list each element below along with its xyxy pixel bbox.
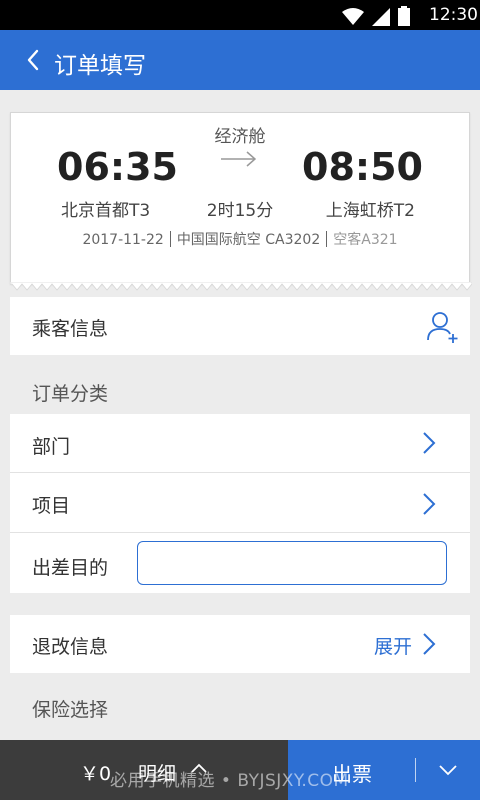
departure-time: 06:35 xyxy=(57,145,178,189)
meta-divider xyxy=(326,231,328,247)
total-price: ￥0 xyxy=(80,763,112,785)
back-arrow-icon[interactable] xyxy=(22,48,46,72)
cabin-class: 经济舱 xyxy=(214,127,266,147)
chevron-right-icon xyxy=(423,432,436,454)
flight-meta: 2017-11-22 中国国际航空 CA3202 空客A321 xyxy=(11,229,469,249)
flight-ticket-card: 经济舱 06:35 08:50 北京首都T3 2时15分 上海虹桥T2 2017… xyxy=(10,112,472,291)
battery-icon xyxy=(398,6,410,26)
ticket-zigzag-edge xyxy=(10,282,472,291)
signal-icon xyxy=(372,8,390,26)
aircraft-type: 空客A321 xyxy=(333,232,398,248)
insurance-label: 保险选择 xyxy=(32,699,109,721)
add-passenger-icon[interactable] xyxy=(426,310,460,344)
trip-purpose-input[interactable] xyxy=(137,541,447,585)
flight-arrow-icon xyxy=(221,151,257,167)
department-label: 部门 xyxy=(32,436,71,458)
watermark-text: 必用手机精选 • BYJSJXY.COM xyxy=(110,771,349,791)
trip-purpose-label: 出差目的 xyxy=(32,557,109,579)
order-category-label: 订单分类 xyxy=(32,383,109,405)
status-icons xyxy=(342,6,410,26)
project-label: 项目 xyxy=(32,495,71,517)
passenger-info-label: 乘客信息 xyxy=(32,318,109,340)
expand-link[interactable]: 展开 xyxy=(374,632,412,659)
status-time: 12:30 xyxy=(429,5,478,25)
chevron-right-icon xyxy=(423,633,436,655)
meta-divider xyxy=(169,231,171,247)
refund-info-label: 退改信息 xyxy=(32,636,109,658)
wifi-icon xyxy=(342,8,364,25)
arrival-time: 08:50 xyxy=(302,145,423,189)
status-bar: 12:30 xyxy=(0,0,480,30)
page-title: 订单填写 xyxy=(54,53,146,79)
airline-flight: 中国国际航空 CA3202 xyxy=(176,232,321,248)
department-row[interactable]: 部门 xyxy=(10,414,470,472)
project-row[interactable]: 项目 xyxy=(10,473,470,532)
chevron-down-icon[interactable] xyxy=(438,764,458,776)
chevron-right-icon xyxy=(423,493,436,515)
passenger-info-row[interactable]: 乘客信息 xyxy=(10,297,470,355)
app-bar: 订单填写 xyxy=(0,30,480,90)
flight-date: 2017-11-22 xyxy=(82,232,164,248)
button-divider xyxy=(415,758,416,782)
arrival-airport: 上海虹桥T2 xyxy=(325,201,415,221)
